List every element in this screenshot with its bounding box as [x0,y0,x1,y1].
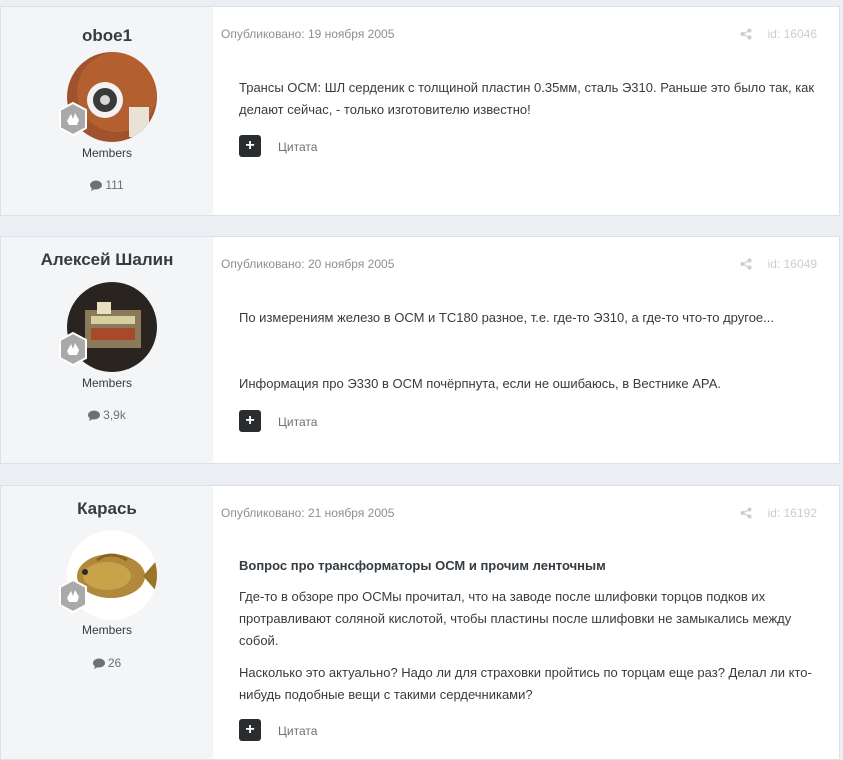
paragraph: По измерениям железо в ОСМ и ТС180 разно… [239,310,774,325]
post: Алексей Шалин Members 3,9k Опубликовано:… [0,236,840,464]
member-group: Members [81,623,132,637]
quote-button[interactable]: Цитата [278,140,317,154]
post-id: id: 16046 [767,27,817,41]
post-date[interactable]: Опубликовано: 21 ноября 2005 [221,506,394,520]
plus-icon[interactable]: + [239,135,261,157]
post-heading: Вопрос про трансформаторы ОСМ и прочим л… [239,558,606,573]
post-body: По измерениям железо в ОСМ и ТС180 разно… [239,307,819,329]
author-panel: oboe1 Members 111 [1,7,213,215]
post: oboe1 Members 111 Опубликовано: 19 ноябр… [0,6,840,216]
post-body: Трансы ОСМ: ШЛ серденик с толщиной пласт… [239,77,819,121]
author-panel: Алексей Шалин Members 3,9k [1,237,213,463]
member-group: Members [81,376,132,390]
quote-button[interactable]: Цитата [278,724,317,738]
plus-icon[interactable]: + [239,410,261,432]
post-meta-right: id: 16049 [740,257,817,273]
comment-bubble-icon [92,658,105,672]
share-icon[interactable] [740,28,752,43]
share-icon[interactable] [740,258,752,273]
paragraph: Насколько это актуально? Надо ли для стр… [239,665,812,702]
post-meta-right: id: 16192 [740,506,817,522]
comment-bubble-icon [88,410,101,424]
post-body: Насколько это актуально? Надо ли для стр… [239,662,819,706]
post: Карась Members 26 Опубликовано: 21 ноябр… [0,485,840,760]
rank-badge-icon [55,331,91,367]
post-content: Опубликовано: 21 ноября 2005 id: 16192 В… [213,486,839,759]
rank-badge-icon [55,101,91,137]
post-date[interactable]: Опубликовано: 20 ноября 2005 [221,257,394,271]
post-id: id: 16049 [767,257,817,271]
post-id: id: 16192 [767,506,817,520]
quote-button[interactable]: Цитата [278,415,317,429]
share-icon[interactable] [740,507,752,522]
rank-badge-icon [55,578,91,614]
member-group: Members [81,146,132,160]
author-name[interactable]: oboe1 [1,26,213,46]
post-content: Опубликовано: 20 ноября 2005 id: 16049 П… [213,237,839,463]
post-meta-right: id: 16046 [740,27,817,43]
post-heading-block: Вопрос про трансформаторы ОСМ и прочим л… [239,555,819,577]
paragraph: Где-то в обзоре про ОСМы прочитал, что н… [239,589,792,648]
author-panel: Карась Members 26 [1,486,213,759]
post-count: 3,9k [1,408,213,424]
post-body: Информация про Э330 в ОСМ почёрпнута, ес… [239,373,819,395]
paragraph: Трансы ОСМ: ШЛ серденик с толщиной пласт… [239,80,815,117]
post-count: 26 [1,656,213,672]
plus-icon[interactable]: + [239,719,261,741]
post-body: Где-то в обзоре про ОСМы прочитал, что н… [239,586,819,652]
comment-bubble-icon [90,180,103,194]
paragraph: Информация про Э330 в ОСМ почёрпнута, ес… [239,376,721,391]
post-count: 111 [1,178,213,194]
author-name[interactable]: Карась [1,499,213,519]
author-name[interactable]: Алексей Шалин [1,250,213,270]
post-content: Опубликовано: 19 ноября 2005 id: 16046 Т… [213,7,839,215]
post-date[interactable]: Опубликовано: 19 ноября 2005 [221,27,394,41]
